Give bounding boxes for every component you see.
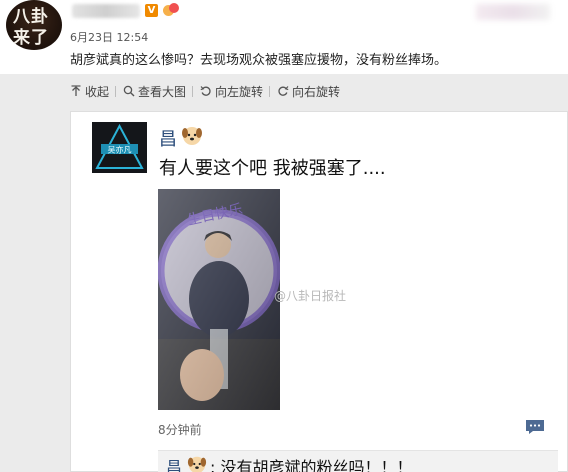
post-caption: 胡彦斌真的这么惨吗？去现场观众被强塞应援物，没有粉丝捧场。 [70,53,448,68]
toolbar-divider [115,85,117,97]
toolbar-divider [269,85,271,97]
magnifier-icon [123,85,135,97]
post-time[interactable]: 6月23日 12:54 [70,29,148,45]
photo-illustration: 生日快乐 [158,189,280,410]
commenter-name: 昌 [159,129,177,150]
avatar-text-line2: 来了 [13,28,49,48]
toolbar-divider [192,85,194,97]
svg-text:吴亦凡: 吴亦凡 [108,145,132,155]
author-name-blurred[interactable] [72,4,140,18]
reply-message: : 没有胡彦斌的粉丝吗！！！ [210,458,413,472]
rotate-right-icon [278,86,289,96]
verified-badge: V [145,4,158,17]
triangle-logo-icon: 吴亦凡 [92,122,147,173]
collapse-arrow-icon [71,85,81,96]
image-toolbar: 收起 查看大图 向左旋转 向右旋转 [70,82,346,100]
post-header: 八卦 来了 V 6月23日 12:54 胡彦斌真的这么惨吗？去现场观众被强塞应援… [0,0,568,74]
commenter-message: 有人要这个吧 我被强塞了.... [159,158,386,179]
blurred-header-region [476,4,550,20]
author-avatar[interactable]: 八卦 来了 [6,0,62,50]
reply-author: 昌 [166,458,183,472]
fan-sign-photo: 生日快乐 [158,189,280,410]
rotate-left-button[interactable]: 向左旋转 [200,83,263,100]
dog-emoji-icon [187,456,207,472]
rotate-left-icon [200,86,211,96]
dog-emoji-icon [182,127,202,145]
collapse-button[interactable]: 收起 [70,83,109,100]
rotate-right-button[interactable]: 向右旋转 [277,83,340,100]
comment-bubble-icon [526,420,544,434]
relative-time: 8分钟前 [158,423,202,437]
view-large-button[interactable]: 查看大图 [123,83,186,100]
collapse-label: 收起 [85,84,110,99]
rotate-right-label: 向右旋转 [292,84,341,99]
rotate-left-label: 向左旋转 [215,84,264,99]
weibo-watermark: @八卦日报社 [274,289,347,303]
commenter-avatar: 吴亦凡 [92,122,147,173]
member-level-icon [163,3,180,18]
view-large-label: 查看大图 [138,84,187,99]
